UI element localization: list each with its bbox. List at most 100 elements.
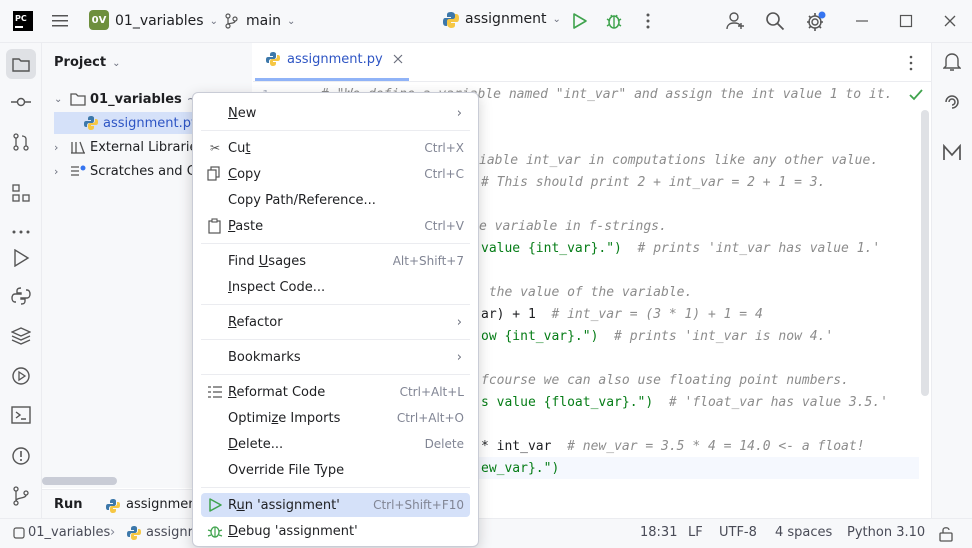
menu-separator [201, 304, 470, 305]
maximize-icon[interactable] [899, 14, 913, 28]
app-logo[interactable]: PC [13, 11, 33, 31]
breadcrumb-project[interactable]: 01_variables [28, 525, 110, 540]
tree-item-project-root[interactable]: ⌄ 01_variables ~/l [54, 88, 206, 110]
reformat-icon [208, 386, 222, 398]
project-badge[interactable]: 0V [89, 10, 109, 30]
inspection-ok-icon[interactable] [909, 89, 923, 101]
python-file-icon [84, 116, 98, 130]
code-line[interactable]: value {int_var}.") # prints 'int_var has… [481, 241, 880, 256]
code-line[interactable]: ow {int_var}.") # prints 'int_var is now… [481, 329, 833, 344]
debug-icon [207, 526, 223, 538]
vcs-branch-switcher[interactable]: main ⌄ [246, 13, 295, 29]
scratches-icon [71, 165, 86, 176]
breadcrumb-file[interactable]: assignr [146, 525, 193, 540]
indent-setting[interactable]: 4 spaces [775, 525, 832, 540]
code-line[interactable]: iable int_var in computations like any o… [479, 153, 878, 168]
caret-position[interactable]: 18:31 [640, 525, 677, 540]
horizontal-scrollbar[interactable] [42, 477, 117, 485]
right-tool-strip [931, 43, 972, 518]
menu-item-inspect-code[interactable]: Inspect Code... [201, 275, 470, 299]
menu-item-run-assignment[interactable]: Run 'assignment' Ctrl+Shift+F10 [201, 493, 470, 517]
main-menu-icon[interactable] [51, 12, 69, 30]
ai-assistant-icon[interactable] [943, 93, 961, 111]
library-icon [71, 141, 85, 154]
more-tools-icon[interactable] [11, 229, 31, 235]
structure-icon[interactable] [12, 184, 30, 202]
menu-item-paste[interactable]: Paste Ctrl+V [201, 214, 470, 238]
menu-item-debug-assignment[interactable]: Debug 'assignment' [201, 519, 470, 543]
menu-item-bookmarks[interactable]: Bookmarks › [201, 345, 470, 369]
menu-item-override-file-type[interactable]: Override File Type [201, 458, 470, 482]
chevron-right-icon: › [110, 525, 116, 540]
run-tool-icon[interactable] [12, 249, 30, 267]
run-icon [209, 498, 222, 512]
editor-tab-bar: assignment.py [253, 43, 931, 82]
chevron-down-icon: ⌄ [54, 93, 63, 105]
chevron-right-icon: › [456, 349, 462, 365]
menu-item-copy-path[interactable]: Copy Path/Reference... [201, 188, 470, 212]
menu-item-refactor[interactable]: Refactor › [201, 310, 470, 334]
python-interpreter[interactable]: Python 3.10 [847, 525, 925, 540]
run-config-selector[interactable]: assignment ⌄ [465, 11, 561, 27]
close-icon[interactable] [943, 14, 957, 28]
run-tab[interactable]: assignmen [126, 497, 197, 512]
menu-item-reformat-code[interactable]: Reformat Code Ctrl+Alt+L [201, 380, 470, 404]
debug-icon[interactable] [605, 11, 623, 31]
menu-item-find-usages[interactable]: Find Usages Alt+Shift+7 [201, 249, 470, 273]
editor-tab-assignment[interactable]: assignment.py [265, 51, 403, 67]
menu-separator [201, 130, 470, 131]
project-tool-button[interactable] [6, 49, 36, 79]
code-line[interactable]: e variable in f-strings. [479, 219, 667, 234]
notifications-bell-icon[interactable] [943, 52, 961, 72]
copy-icon [207, 166, 220, 181]
terminal-icon[interactable] [11, 406, 31, 424]
active-tab-indicator [255, 78, 409, 81]
tree-item-scratches[interactable]: › Scratches and C [54, 160, 196, 182]
minimize-icon[interactable] [855, 14, 869, 28]
close-tab-icon[interactable] [393, 54, 403, 64]
menu-separator [201, 374, 470, 375]
menu-item-copy[interactable]: Copy Ctrl+C [201, 162, 470, 186]
more-vertical-icon[interactable] [908, 55, 914, 71]
menu-item-optimize-imports[interactable]: Optimize Imports Ctrl+Alt+O [201, 406, 470, 430]
more-vertical-icon[interactable] [645, 12, 651, 30]
python-console-icon[interactable] [11, 286, 31, 306]
tree-item-external-libraries[interactable]: › External Librarie [54, 136, 197, 158]
code-line[interactable]: ew_var}.") [481, 461, 559, 476]
code-line[interactable]: s value {float_var}.") # 'float_var has … [481, 395, 888, 410]
code-line[interactable]: the value of the variable. [481, 285, 693, 300]
add-user-icon[interactable] [726, 11, 746, 31]
lock-icon[interactable] [938, 526, 954, 542]
code-line[interactable]: fcourse we can also use floating point n… [481, 373, 849, 388]
chevron-down-icon: ⌄ [286, 15, 296, 27]
chevron-right-icon: › [54, 140, 59, 154]
code-line[interactable]: # This should print 2 + int_var = 2 + 1 … [481, 175, 825, 190]
search-icon[interactable] [765, 11, 785, 31]
chevron-right-icon: › [456, 105, 462, 121]
project-switcher[interactable]: 01_variables ⌄ [115, 13, 218, 29]
branch-icon [225, 13, 238, 29]
scissors-icon: ✂ [209, 141, 221, 155]
chevron-down-icon: ⌄ [209, 15, 218, 27]
menu-item-delete[interactable]: Delete... Delete [201, 432, 470, 456]
markdown-icon[interactable] [943, 144, 961, 162]
code-line[interactable]: * int_var # new_var = 3.5 * 4 = 14.0 <- … [481, 439, 865, 454]
commit-icon[interactable] [11, 94, 31, 110]
chevron-down-icon: ⌄ [552, 13, 561, 25]
left-tool-strip [0, 43, 42, 518]
problems-icon[interactable] [11, 446, 31, 466]
code-line[interactable]: ar) + 1 # int_var = (3 * 1) + 1 = 4 [481, 307, 763, 322]
git-icon[interactable] [12, 486, 30, 506]
services-icon[interactable] [11, 366, 31, 386]
layers-icon[interactable] [11, 327, 31, 345]
settings-gear-icon[interactable] [805, 10, 827, 32]
title-bar: PC 0V 01_variables ⌄ main ⌄ assignment ⌄ [0, 0, 972, 43]
editor-scrollbar[interactable] [921, 110, 929, 396]
line-separator[interactable]: LF [688, 525, 703, 540]
menu-item-new[interactable]: New › [201, 101, 470, 125]
file-encoding[interactable]: UTF-8 [719, 525, 757, 540]
run-icon[interactable] [572, 12, 588, 30]
pull-request-icon[interactable] [12, 133, 30, 151]
menu-item-cut[interactable]: ✂ Cut Ctrl+X [201, 136, 470, 160]
project-panel-title[interactable]: Project ⌄ [54, 55, 120, 70]
